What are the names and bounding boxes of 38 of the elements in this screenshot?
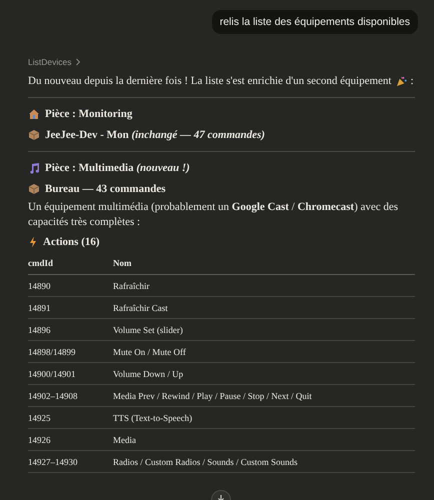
table-cell: 14900/14901 [28, 368, 76, 378]
intro-colon: : [410, 75, 414, 87]
table-cell: 14898/14899 [28, 346, 76, 356]
table-cell: Media [113, 434, 136, 444]
table-cell: Volume Set (slider) [113, 324, 183, 334]
column-header: cmdId [28, 258, 54, 268]
table-cell: Volume Down / Up [113, 368, 184, 378]
tool-call-link[interactable]: ListDevices [28, 57, 72, 67]
device-heading: Bureau — 43 commandes [45, 183, 166, 195]
room-heading: Pièce : Monitoring [45, 108, 132, 120]
party-popper-icon [396, 76, 406, 86]
device-heading: JeeJee-Dev - Mon (inchangé — 47 commandes) [45, 129, 265, 141]
package-icon [28, 183, 40, 195]
music-note-icon [28, 162, 40, 174]
room-heading: Pièce : Multimedia (nouveau !) [45, 162, 190, 174]
table-cell: 14890 [28, 280, 50, 290]
arrow-down-icon [217, 494, 225, 500]
actions-heading: Actions (16) [43, 236, 100, 248]
table-cell: Media Prev / Rewind / Play / Pause / Stop / Next / Quit [113, 390, 312, 400]
chevron-icon [75, 58, 82, 66]
table-cell: 14902–14908 [28, 390, 78, 400]
table-cell: 14926 [28, 434, 50, 444]
user-message: relis la liste des équipements disponibles [212, 10, 418, 34]
table-cell: 14925 [28, 412, 50, 422]
table-cell: 14927–14930 [28, 456, 78, 466]
column-header: Nom [113, 258, 132, 268]
table-cell: Rafraîchir Cast [113, 302, 168, 312]
table-cell: Radios / Custom Radios / Sounds / Custom Sounds [113, 456, 298, 466]
table-cell: 14896 [28, 324, 50, 334]
lightning-icon [28, 236, 38, 248]
table-cell: Rafraîchir [113, 280, 150, 290]
intro-text: Du nouveau depuis la dernière fois ! La liste s'est enrichie d'un second équipement [28, 75, 392, 87]
device-description: Un équipement multimédia (probablement un Google Cast / Chromecast) avec des capacités très complètes : [28, 200, 400, 230]
table-cell: TTS (Text-to-Speech) [113, 412, 192, 422]
package-icon [28, 129, 40, 141]
table-cell: Mute On / Mute Off [113, 346, 186, 356]
house-icon [28, 108, 40, 120]
table-cell: 14891 [28, 302, 50, 312]
